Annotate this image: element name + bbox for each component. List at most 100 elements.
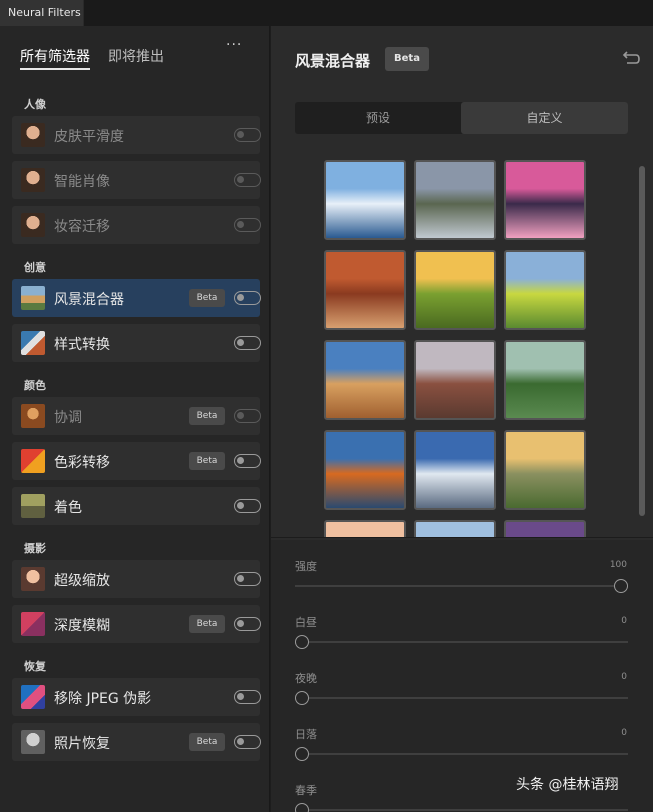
filter-list-panel: 所有筛选器 即将推出 ··· 人像 皮肤平滑度 智能肖像 妆容迁移 创意 风景混合器 Bet… [0, 26, 270, 812]
window-tab-bar: Neural Filters [0, 0, 653, 26]
filter-toggle[interactable] [234, 173, 261, 187]
slider-knob[interactable] [295, 803, 309, 812]
preset-thumbnail[interactable] [324, 160, 406, 240]
filter-item-label: 着色 [54, 500, 82, 516]
slider-value: 0 [621, 728, 627, 738]
filter-item[interactable]: 超级缩放 [12, 560, 261, 598]
ellipsis-icon[interactable]: ··· [226, 38, 246, 54]
filter-item[interactable]: 色彩转移 Beta [12, 442, 261, 480]
landscape-thumb-icon [21, 286, 45, 310]
section-label: 人像 [24, 98, 46, 111]
preset-thumbnail[interactable] [504, 520, 586, 537]
preset-grid [271, 150, 653, 538]
preset-thumbnail[interactable] [324, 430, 406, 510]
filter-item[interactable]: 照片恢复 Beta [12, 723, 261, 761]
filter-toggle[interactable] [234, 218, 261, 232]
slider-track[interactable] [295, 753, 628, 755]
slider-knob[interactable] [295, 635, 309, 649]
filter-item-label: 色彩转移 [54, 455, 110, 471]
filter-item[interactable]: 妆容迁移 [12, 206, 261, 244]
preset-thumbnail[interactable] [504, 430, 586, 510]
tab-coming-soon[interactable]: 即将推出 [108, 46, 164, 66]
preset-thumbnail[interactable] [414, 250, 496, 330]
filter-item-label: 智能肖像 [54, 174, 110, 190]
filter-item-label: 样式转换 [54, 337, 110, 353]
active-tab-underline [20, 68, 90, 70]
preset-thumbnail[interactable] [504, 340, 586, 420]
filter-toggle[interactable] [234, 291, 261, 305]
filter-toggle[interactable] [234, 128, 261, 142]
beta-badge: Beta [189, 452, 225, 470]
filter-toggle[interactable] [234, 454, 261, 468]
reset-icon[interactable] [621, 50, 641, 66]
slider-track[interactable] [295, 809, 628, 811]
slider-track[interactable] [295, 697, 628, 699]
slider-track[interactable] [295, 641, 628, 643]
beta-badge: Beta [189, 733, 225, 751]
preset-scrollbar[interactable] [637, 154, 647, 534]
segment-presets[interactable]: 预设 [295, 102, 461, 134]
slider-knob[interactable] [295, 747, 309, 761]
slider-label: 夜晚 [295, 672, 317, 685]
preset-thumbnail[interactable] [324, 520, 406, 537]
slider-label: 白昼 [295, 616, 317, 629]
filter-toggle[interactable] [234, 572, 261, 586]
restore-thumb-icon [21, 730, 45, 754]
filter-item[interactable]: 深度模糊 Beta [12, 605, 261, 643]
portrait-thumb-icon [21, 168, 45, 192]
filter-toggle[interactable] [234, 735, 261, 749]
section-label: 颜色 [24, 379, 46, 392]
panel-title: 风景混合器 [295, 52, 371, 70]
preset-thumbnail[interactable] [414, 430, 496, 510]
slider-value: 0 [621, 616, 627, 626]
filter-item[interactable]: 移除 JPEG 伪影 [12, 678, 261, 716]
harmony-thumb-icon [21, 404, 45, 428]
window-tab-neural-filters[interactable]: Neural Filters [0, 0, 84, 26]
tab-all-filters[interactable]: 所有筛选器 [20, 46, 90, 70]
filter-item-label: 超级缩放 [54, 573, 110, 589]
colorize-thumb-icon [21, 494, 45, 518]
filter-item[interactable]: 智能肖像 [12, 161, 261, 199]
filter-item[interactable]: 风景混合器 Beta [12, 279, 261, 317]
filter-item[interactable]: 协调 Beta [12, 397, 261, 435]
beta-badge: Beta [189, 289, 225, 307]
tab-all-filters-label: 所有筛选器 [20, 49, 90, 65]
jpeg-thumb-icon [21, 685, 45, 709]
slider-track[interactable] [295, 585, 628, 587]
filter-toggle[interactable] [234, 336, 261, 350]
beta-badge: Beta [189, 407, 225, 425]
preset-thumbnail[interactable] [324, 340, 406, 420]
filter-toggle[interactable] [234, 690, 261, 704]
slider-value: 100 [609, 560, 627, 570]
section-label: 摄影 [24, 542, 46, 555]
preset-thumbnail[interactable] [414, 520, 496, 537]
filter-toggle[interactable] [234, 617, 261, 631]
slider-label: 日落 [295, 728, 317, 741]
segment-custom[interactable]: 自定义 [461, 102, 628, 134]
filter-item-label: 照片恢复 [54, 736, 110, 752]
filter-item[interactable]: 皮肤平滑度 [12, 116, 261, 154]
slider-label: 春季 [295, 784, 317, 797]
slider-knob[interactable] [295, 691, 309, 705]
filter-item-label: 协调 [54, 410, 82, 426]
filter-item[interactable]: 着色 [12, 487, 261, 525]
filter-item-label: 移除 JPEG 伪影 [54, 691, 152, 707]
filter-item[interactable]: 样式转换 [12, 324, 261, 362]
slider-knob[interactable] [614, 579, 628, 593]
preset-thumbnail[interactable] [414, 340, 496, 420]
filter-toggle[interactable] [234, 409, 261, 423]
portrait-thumb-icon [21, 123, 45, 147]
preset-thumbnail[interactable] [414, 160, 496, 240]
color-thumb-icon [21, 449, 45, 473]
preset-thumbnail[interactable] [324, 250, 406, 330]
scrollbar-thumb[interactable] [639, 166, 645, 516]
preset-thumbnail[interactable] [504, 250, 586, 330]
beta-badge: Beta [189, 615, 225, 633]
filter-item-label: 风景混合器 [54, 292, 124, 308]
preset-thumbnail[interactable] [504, 160, 586, 240]
slider-controls: 强度 100 白昼 0 夜晚 0 日落 0 春季 [271, 540, 653, 812]
section-label: 恢复 [24, 660, 46, 673]
filter-item-label: 皮肤平滑度 [54, 129, 124, 145]
filter-settings-panel: 风景混合器 Beta 预设 自定义 强度 100 白昼 0 夜晚 0 日落 0 春季 [271, 26, 653, 812]
filter-toggle[interactable] [234, 499, 261, 513]
